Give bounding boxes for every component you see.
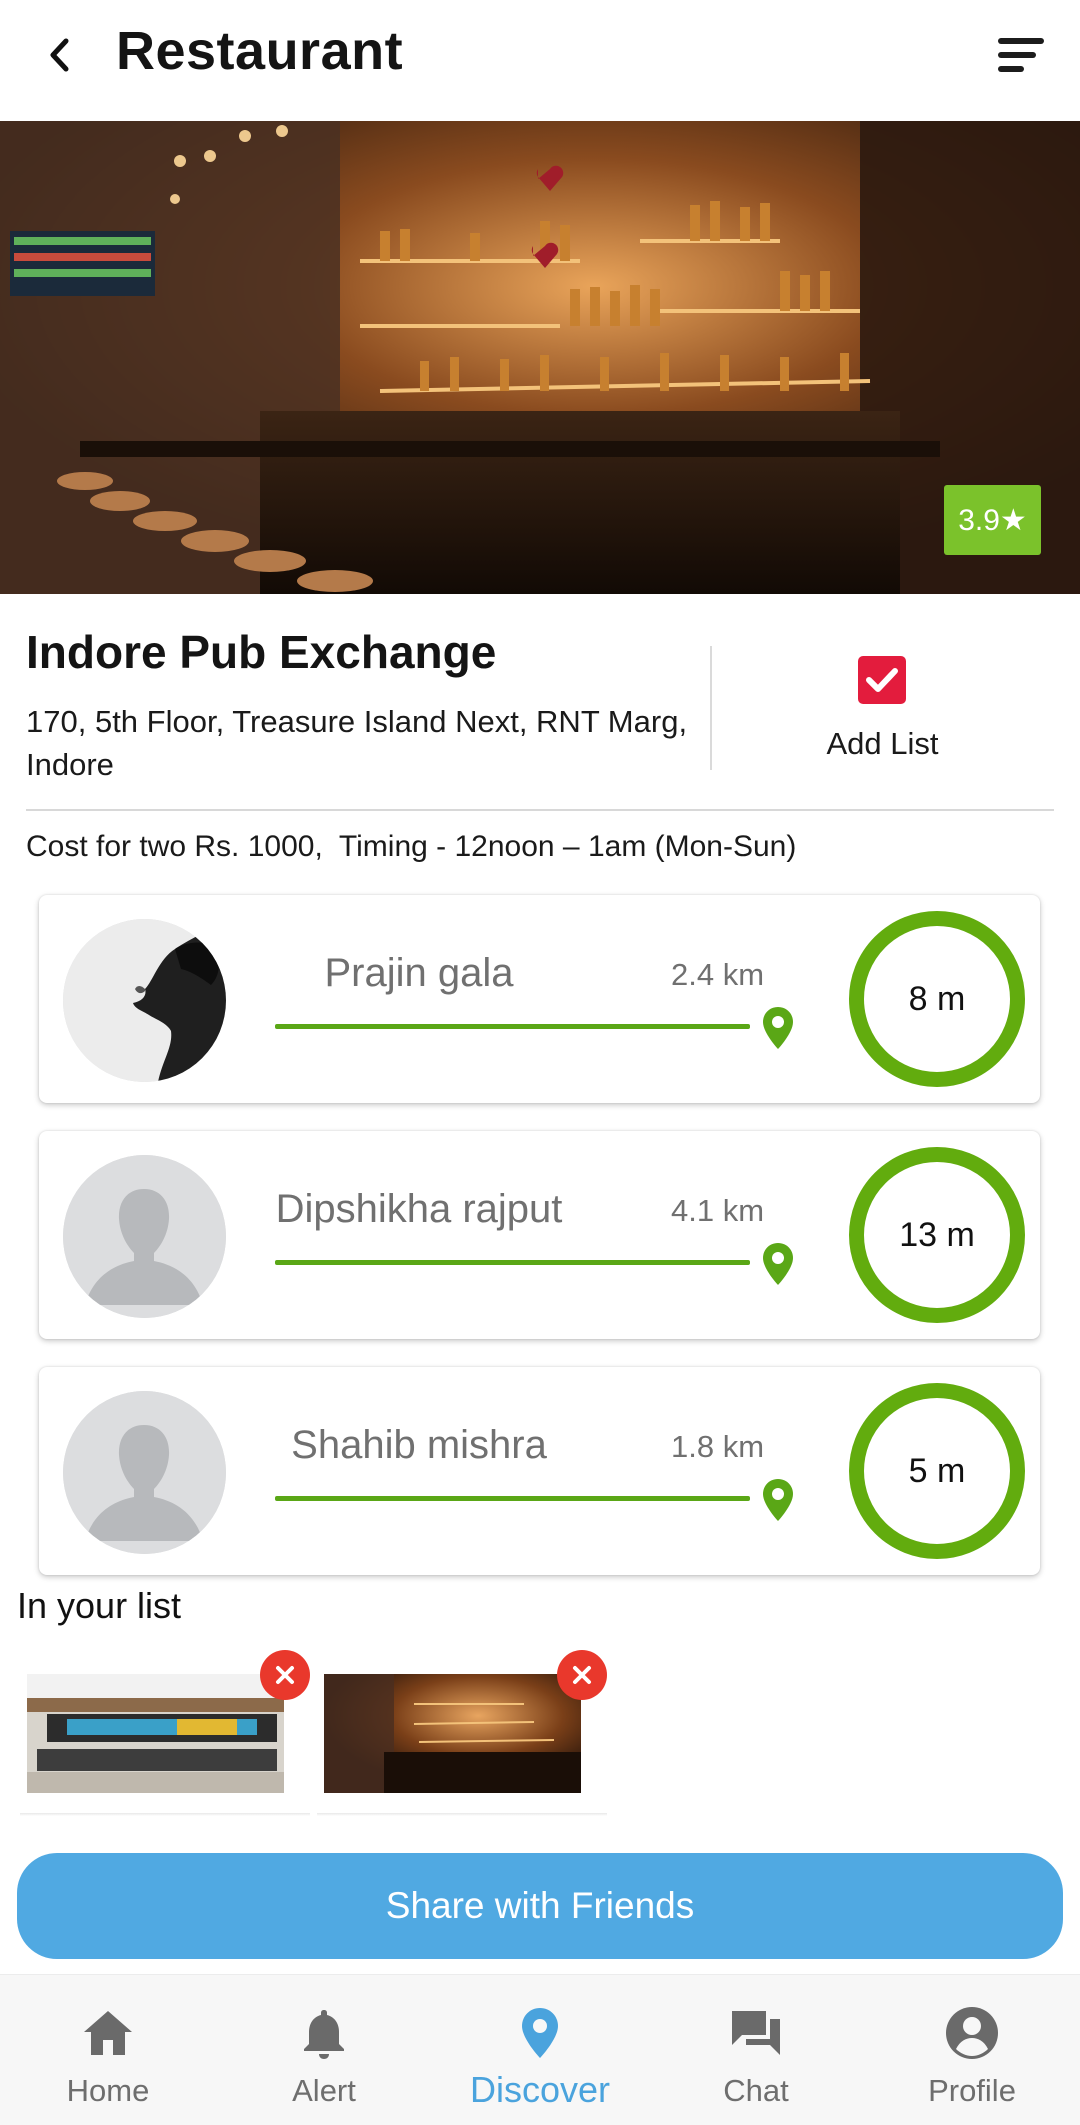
friend-name: Prajin gala [324, 951, 514, 995]
location-pin-icon [510, 2003, 570, 2063]
nav-item-alert[interactable]: Alert [216, 1975, 432, 2125]
chat-icon [726, 2003, 786, 2063]
friend-name: Shahib mishra [291, 1423, 547, 1467]
list-item-thumbnail [27, 1674, 284, 1793]
eta-ring: 5 m [849, 1383, 1025, 1559]
divider [317, 1813, 607, 1816]
location-pin-icon [763, 1479, 793, 1521]
friend-name: Dipshikha rajput [275, 1187, 563, 1231]
eta-time: 8 m [908, 979, 966, 1018]
eta-time: 13 m [899, 1215, 975, 1254]
nav-label: Chat [723, 2073, 789, 2108]
location-pin-icon [763, 1007, 793, 1049]
friend-distance: 2.4 km [671, 957, 765, 992]
add-list-toggle[interactable]: Add List [780, 654, 985, 774]
restaurant-hero-image [0, 121, 1080, 594]
distance-track [275, 1024, 750, 1029]
venue-address: 170, 5th Floor, Treasure Island Next, RN… [26, 704, 688, 782]
avatar [63, 1155, 226, 1318]
divider [26, 809, 1054, 811]
list-item-thumbnail [324, 1674, 581, 1793]
avatar [63, 919, 226, 1082]
avatar [63, 1391, 226, 1554]
eta-ring: 13 m [849, 1147, 1025, 1323]
share-with-friends-button[interactable]: Share with Friends [17, 1853, 1063, 1959]
page-title: Restaurant [116, 21, 404, 81]
nav-item-chat[interactable]: Chat [648, 1975, 864, 2125]
bottom-navigation: Home Alert Discover Chat Profile [0, 1974, 1080, 2125]
list-item[interactable] [20, 1668, 310, 1816]
friend-photo [63, 919, 226, 1082]
friend-distance: 4.1 km [671, 1193, 765, 1228]
nav-item-home[interactable]: Home [0, 1975, 216, 2125]
nav-label: Profile [928, 2073, 1016, 2108]
check-icon [866, 668, 898, 692]
nav-item-profile[interactable]: Profile [864, 1975, 1080, 2125]
sort-icon-bar [998, 66, 1024, 72]
back-button[interactable] [34, 30, 84, 80]
sort-icon [998, 38, 1044, 44]
nav-label: Alert [292, 2073, 356, 2108]
add-list-label: Add List [826, 726, 939, 761]
friend-card[interactable]: Shahib mishra 1.8 km 5 m [39, 1367, 1040, 1575]
rating-badge: 3.9★ [944, 485, 1041, 555]
nav-label: Discover [469, 2069, 611, 2110]
chevron-left-icon [50, 38, 69, 72]
user-placeholder-icon [63, 1155, 226, 1318]
friend-distance: 1.8 km [671, 1429, 765, 1464]
bar-photo [0, 121, 1080, 594]
bar-interior-thumb [324, 1674, 581, 1793]
user-placeholder-icon [63, 1391, 226, 1554]
remove-item-button[interactable] [557, 1650, 607, 1700]
eta-ring: 8 m [849, 911, 1025, 1087]
friend-card[interactable]: Prajin gala 2.4 km 8 m [39, 895, 1040, 1103]
profile-icon [942, 2003, 1002, 2063]
remove-item-button[interactable] [260, 1650, 310, 1700]
home-icon [78, 2003, 138, 2063]
distance-track [275, 1496, 750, 1501]
checkbox-checked-icon[interactable] [858, 656, 906, 704]
restaurant-interior-thumb [27, 1674, 284, 1793]
app-header: Restaurant [0, 0, 1080, 120]
eta-time: 5 m [908, 1451, 966, 1490]
close-icon [276, 1666, 294, 1684]
location-pin-icon [763, 1243, 793, 1285]
cost-timing-text: Cost for two Rs. 1000, Timing - 12noon –… [26, 830, 797, 863]
friend-card[interactable]: Dipshikha rajput 4.1 km 13 m [39, 1131, 1040, 1339]
divider [710, 646, 712, 770]
sort-filter-button[interactable] [990, 32, 1050, 82]
close-icon [573, 1666, 591, 1684]
nav-item-discover[interactable]: Discover [432, 1975, 648, 2125]
sort-icon-bar [998, 52, 1036, 58]
list-item[interactable] [317, 1668, 607, 1816]
divider [20, 1813, 310, 1816]
bell-icon [294, 2003, 354, 2063]
venue-name: Indore Pub Exchange [26, 626, 497, 678]
distance-track [275, 1260, 750, 1265]
nav-label: Home [66, 2073, 150, 2108]
your-list-heading: In your list [17, 1585, 182, 1626]
